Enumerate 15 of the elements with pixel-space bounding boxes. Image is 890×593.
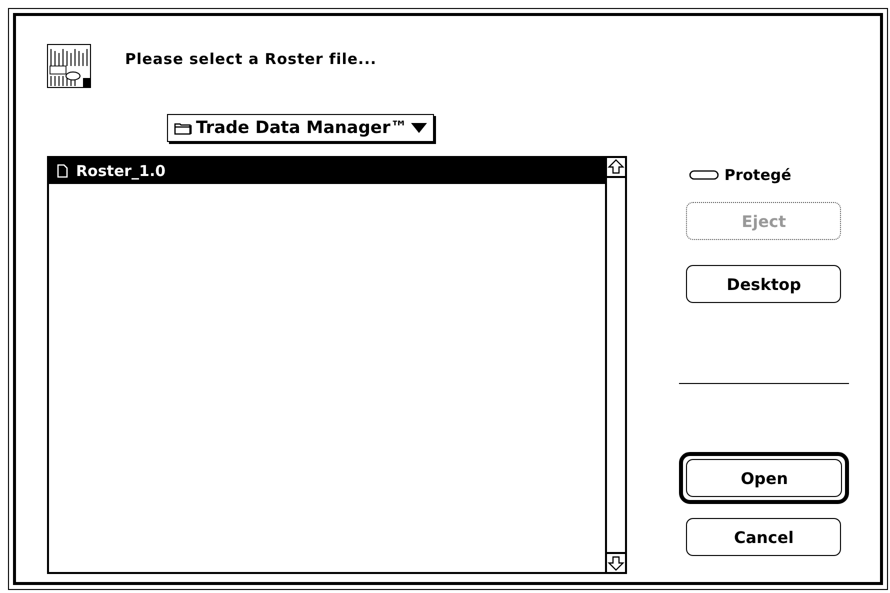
- drive-icon: [689, 170, 720, 180]
- volume-name: Protegé: [724, 166, 792, 184]
- file-row[interactable]: Roster_1.0: [49, 158, 606, 184]
- document-icon: [57, 164, 68, 178]
- open-button[interactable]: Open: [686, 459, 842, 497]
- up-arrow-icon[interactable]: [607, 158, 626, 176]
- scroll-bar[interactable]: [605, 158, 626, 572]
- down-arrow-icon[interactable]: [607, 554, 626, 572]
- folder-icon: [174, 121, 192, 135]
- cancel-button[interactable]: Cancel: [686, 518, 842, 556]
- app-icon: [47, 44, 91, 88]
- folder-popup[interactable]: Trade Data Manager™: [167, 114, 434, 142]
- dialog-prompt: Please select a Roster file...: [125, 50, 377, 68]
- dropdown-arrow-icon: [411, 123, 428, 133]
- desktop-button[interactable]: Desktop: [686, 265, 842, 303]
